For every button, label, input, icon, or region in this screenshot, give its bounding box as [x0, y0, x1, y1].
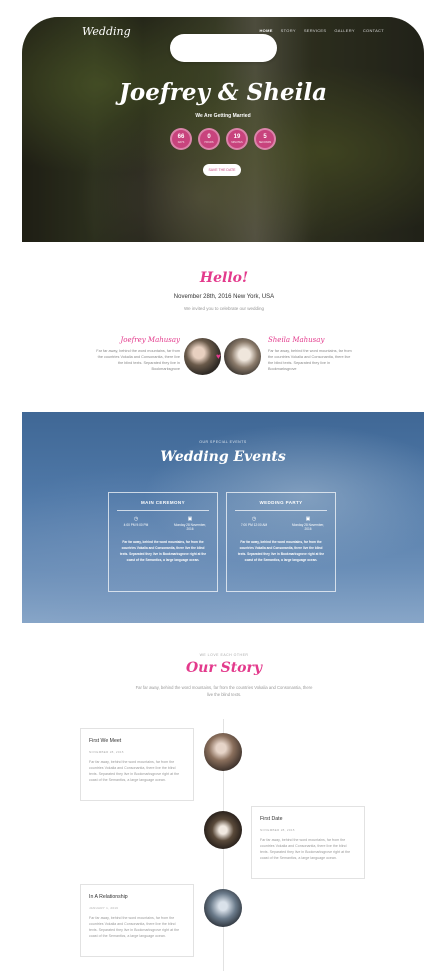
bride-avatar [224, 338, 261, 375]
event-date: Monday 28 November, 2016 [291, 523, 325, 531]
countdown-minutes: 19 MINUTES [226, 128, 248, 150]
event-description: Far far away, behind the word mountains,… [237, 540, 325, 562]
blank-pill-overlay[interactable] [170, 34, 277, 62]
story-card-title: First We Meet [89, 738, 122, 744]
story-title: Our Story [185, 660, 263, 676]
nav-story[interactable]: STORY [281, 28, 296, 33]
story-section: WE LOVE EACH OTHER Our Story Far far awa… [0, 623, 448, 971]
story-card-date: NOVEMBER 28, 2015 [260, 828, 295, 832]
main-nav: HOME STORY SERVICES GALLERY CONTACT [259, 28, 384, 33]
story-image [204, 733, 242, 771]
calendar-icon: ▣ [187, 516, 193, 522]
events-title: Wedding Events [160, 449, 286, 465]
calendar-icon: ▣ [305, 516, 311, 522]
save-the-date-button[interactable]: SAVE THE DATE [203, 164, 241, 176]
hero-subtitle: We Are Getting Married [195, 113, 251, 119]
story-kicker: WE LOVE EACH OTHER [199, 653, 249, 657]
event-date: Monday 28 November, 2016 [173, 523, 207, 531]
hello-title: Hello! [199, 270, 249, 286]
story-card-text: Far far away, behind the word mountains,… [89, 916, 180, 938]
countdown-days: 66 DAYS [170, 128, 192, 150]
event-time: 4:00 PM 9:00 PM [123, 523, 149, 527]
events-kicker: OUR SPECIAL EVENTS [199, 440, 247, 444]
nav-gallery[interactable]: GALLERY [334, 28, 354, 33]
heart-icon: ♥ [216, 352, 221, 361]
hello-section: Hello! November 28th, 2016 New York, USA… [0, 242, 448, 412]
nav-home[interactable]: HOME [259, 28, 272, 33]
countdown-seconds: 5 SECONDS [254, 128, 276, 150]
bride-name: Sheila Mahusay [268, 336, 325, 344]
groom-text: Far far away, behind the word mountains,… [96, 349, 180, 371]
bride-block: Sheila Mahusay Far far away, behind the … [268, 336, 353, 372]
groom-block: Joefrey Mahusay Far far away, behind the… [95, 336, 180, 372]
couple-title: Joefrey & Sheila [119, 79, 327, 106]
invite-text: We invited you to celebrate our wedding [184, 306, 264, 311]
event-card-ceremony: MAIN CEREMONY ◷ 4:00 PM 9:00 PM ▣ Monday 2… [108, 492, 218, 592]
clock-icon: ◷ [133, 516, 139, 522]
story-card-date: NOVEMBER 28, 2015 [89, 750, 124, 754]
story-card-relationship: In A Relationship JANUARY 1, 2016 Far fa… [80, 884, 194, 957]
event-title: WEDDING PARTY [259, 500, 303, 505]
nav-contact[interactable]: CONTACT [363, 28, 384, 33]
story-card-first-date: First Date NOVEMBER 28, 2015 Far far awa… [251, 806, 365, 879]
story-card-first-meet: First We Meet NOVEMBER 28, 2015 Far far … [80, 728, 194, 801]
story-image [204, 811, 242, 849]
divider [235, 510, 327, 511]
story-card-text: Far far away, behind the word mountains,… [260, 838, 351, 860]
countdown-hours: 0 HOURS [198, 128, 220, 150]
groom-name: Joefrey Mahusay [120, 336, 181, 344]
bride-text: Far far away, behind the word mountains,… [268, 349, 352, 371]
divider [117, 510, 209, 511]
story-intro: Far far away, behind the word mountains,… [135, 685, 313, 697]
site-logo[interactable]: Wedding [82, 25, 131, 38]
story-card-text: Far far away, behind the word mountains,… [89, 760, 180, 782]
event-card-party: WEDDING PARTY ◷ 7:00 PM 12:00 AM ▣ Monday … [226, 492, 336, 592]
story-card-title: In A Relationship [89, 894, 128, 900]
hero-section: Wedding HOME STORY SERVICES GALLERY CONT… [22, 17, 424, 242]
story-card-title: First Date [260, 816, 283, 822]
story-card-date: JANUARY 1, 2016 [89, 906, 119, 910]
wedding-date: November 28th, 2016 New York, USA [173, 294, 275, 300]
clock-icon: ◷ [251, 516, 257, 522]
event-time: 7:00 PM 12:00 AM [240, 523, 268, 527]
events-section: OUR SPECIAL EVENTS Wedding Events MAIN C… [22, 412, 424, 623]
countdown: 66 DAYS 0 HOURS 19 MINUTES 5 SECONDS [22, 128, 424, 150]
story-image [204, 889, 242, 927]
nav-services[interactable]: SERVICES [304, 28, 327, 33]
event-title: MAIN CEREMONY [141, 500, 185, 505]
event-description: Far far away, behind the word mountains,… [119, 540, 207, 562]
